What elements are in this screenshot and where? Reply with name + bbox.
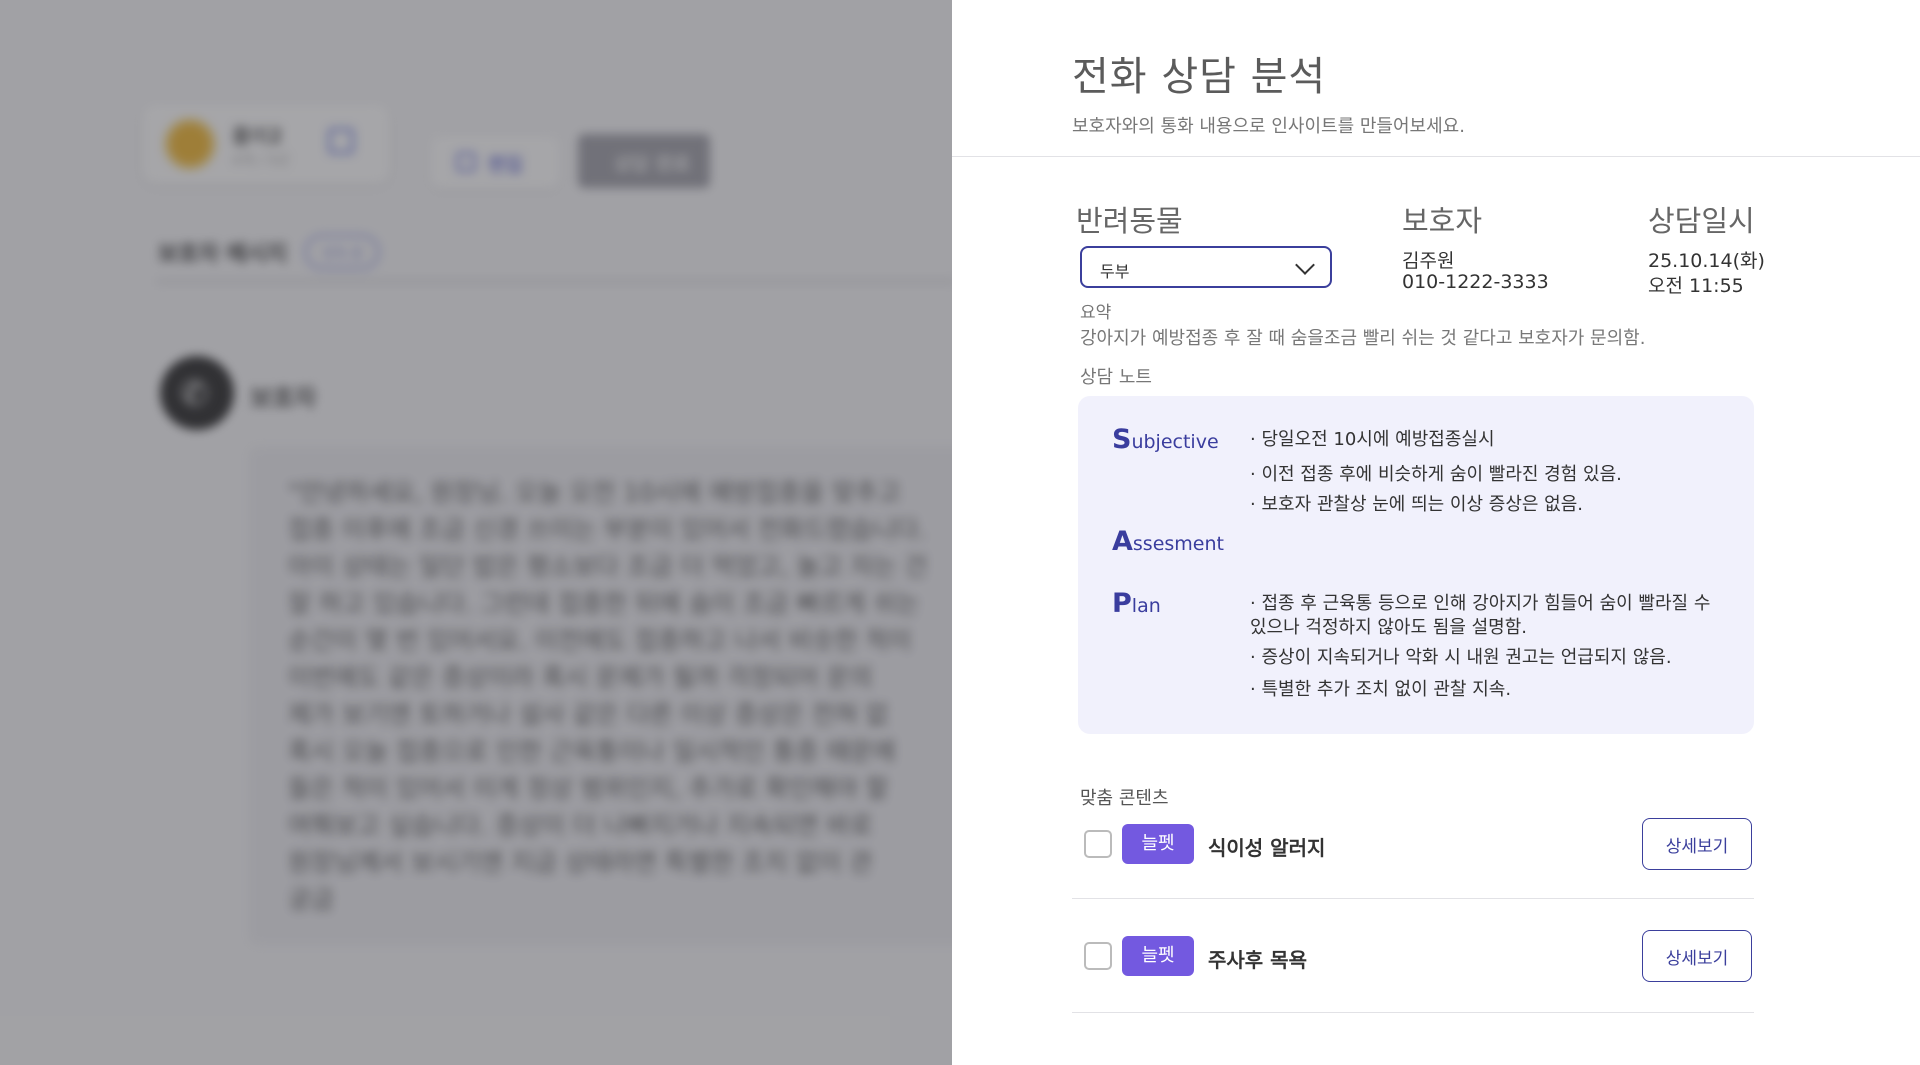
assessment-heading: Assesment — [1112, 526, 1224, 557]
subjective-heading: Subjective — [1112, 424, 1219, 455]
chevron-down-icon — [1295, 255, 1315, 275]
detail-button[interactable]: 상세보기 — [1642, 818, 1752, 870]
soap-note-box: Subjective · 당일오전 10시에 예방접종실시 · 이전 접종 후에… — [1078, 396, 1754, 734]
custom-content-label: 맞춤 콘텐츠 — [1080, 788, 1169, 809]
content-checkbox[interactable] — [1084, 830, 1112, 858]
content-badge: 늘펫 — [1122, 824, 1194, 864]
content-list-item: 늘펫 식이성 알러지 상세보기 — [1072, 812, 1754, 920]
plan-item: · 증상이 지속되거나 악화 시 내원 권고는 언급되지 않음. — [1250, 647, 1672, 668]
plan-rest: lan — [1131, 595, 1161, 617]
drawer-subtitle: 보호자와의 통화 내용으로 인사이트를 만들어보세요. — [1072, 116, 1465, 137]
content-list-item: 늘펫 주사후 목욕 상세보기 — [1072, 924, 1754, 1032]
plan-heading: Plan — [1112, 588, 1161, 619]
assessment-initial: A — [1112, 526, 1133, 557]
guardian-name: 김주원 — [1402, 250, 1455, 272]
plan-initial: P — [1112, 588, 1132, 619]
pet-heading: 반려동물 — [1076, 204, 1183, 238]
drawer-title: 전화 상담 분석 — [1072, 54, 1327, 100]
guardian-heading: 보호자 — [1402, 204, 1483, 238]
subjective-item: · 당일오전 10시에 예방접종실시 — [1250, 429, 1495, 450]
summary-text: 강아지가 예방접종 후 잘 때 숨을조금 빨리 쉬는 것 같다고 보호자가 문의… — [1080, 328, 1646, 349]
subjective-initial: S — [1112, 424, 1132, 455]
content-checkbox[interactable] — [1084, 942, 1112, 970]
content-badge: 늘펫 — [1122, 936, 1194, 976]
plan-item: · 접종 후 근육통 등으로 인해 강아지가 힘들어 숨이 빨라질 수 있으나 … — [1250, 593, 1711, 638]
background-page: 품이2 4개 / 5년 편집 상담 완료 보호자 메시지 판독 중 ✆ 보호자 … — [0, 0, 952, 1065]
subjective-item: · 이전 접종 후에 비슷하게 숨이 빨라진 경험 있음. — [1250, 464, 1622, 485]
pet-select-value: 두부 — [1100, 262, 1130, 281]
subjective-item: · 보호자 관찰상 눈에 띄는 이상 증상은 없음. — [1250, 494, 1584, 515]
content-title: 주사후 목욕 — [1208, 948, 1307, 972]
content-title: 식이성 알러지 — [1208, 836, 1326, 860]
modal-overlay[interactable] — [0, 0, 952, 1065]
content-divider — [1072, 898, 1754, 899]
pet-select[interactable]: 두부 — [1080, 246, 1332, 288]
plan-item: · 특별한 추가 조치 없이 관찰 지속. — [1250, 679, 1512, 700]
consult-date-heading: 상담일시 — [1648, 204, 1755, 238]
assessment-rest: ssesment — [1132, 533, 1224, 555]
consult-date-time: 오전 11:55 — [1648, 275, 1744, 297]
consult-analysis-drawer: 전화 상담 분석 보호자와의 통화 내용으로 인사이트를 만들어보세요. 반려동… — [952, 0, 1920, 1065]
subjective-rest: ubjective — [1131, 431, 1219, 453]
content-divider — [1072, 1012, 1754, 1013]
note-label: 상담 노트 — [1080, 367, 1152, 388]
summary-label: 요약 — [1080, 303, 1112, 323]
drawer-header-divider — [952, 156, 1920, 157]
detail-button[interactable]: 상세보기 — [1642, 930, 1752, 982]
consult-date-day: 25.10.14(화) — [1648, 250, 1765, 272]
guardian-phone: 010-1222-3333 — [1402, 271, 1549, 293]
